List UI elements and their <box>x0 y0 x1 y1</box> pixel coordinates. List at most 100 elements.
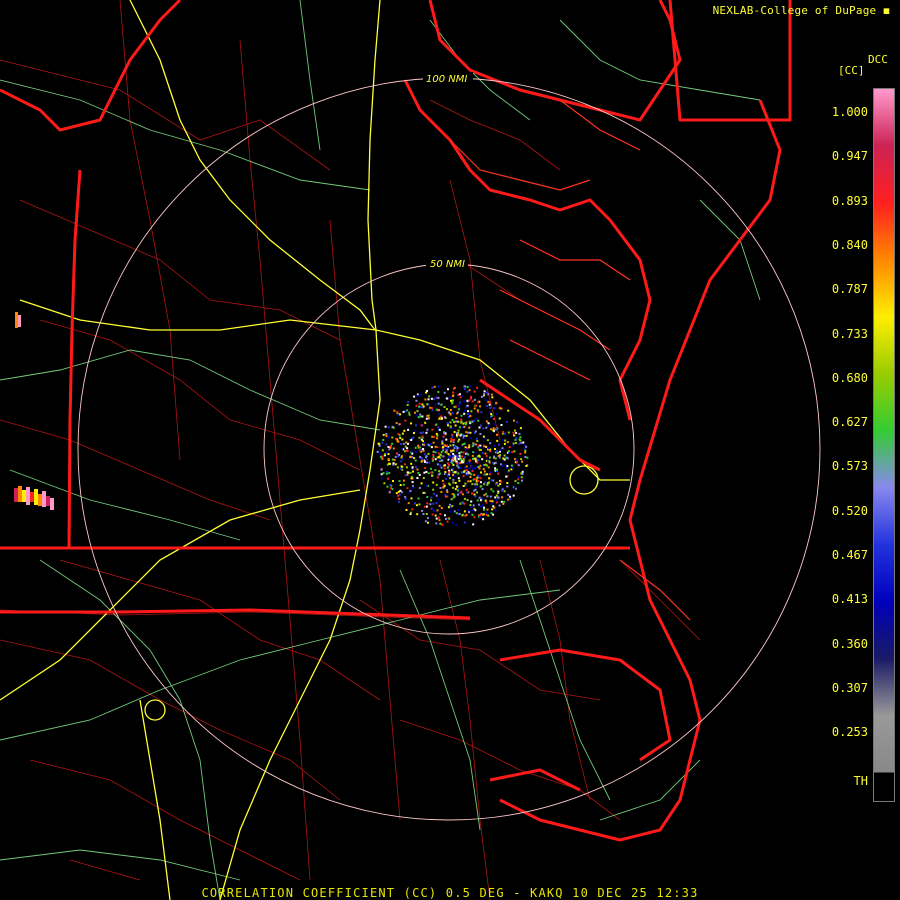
echo-pixel <box>517 478 520 481</box>
echo-pixel <box>430 397 433 400</box>
echo-pixel <box>400 455 403 458</box>
echo-pixel <box>425 461 428 464</box>
echo-pixel <box>454 424 457 427</box>
echo-pixel <box>449 459 451 462</box>
echo-pixel <box>437 452 440 455</box>
echo-pixel <box>441 523 444 526</box>
echo-pixel <box>479 464 482 467</box>
echo-pixel <box>507 469 510 472</box>
echo-pixel <box>451 412 454 415</box>
echo-pixel <box>479 485 482 488</box>
echo-pixel <box>475 485 478 488</box>
echo-pixel <box>386 485 389 488</box>
echo-pixel <box>479 405 482 408</box>
echo-pixel <box>489 495 492 498</box>
echo-pixel <box>388 448 391 451</box>
echo-pixel <box>515 437 518 440</box>
echo-pixel <box>475 437 478 440</box>
echo-pixel <box>481 513 484 516</box>
echo-pixel <box>477 401 480 404</box>
echo-pixel <box>497 472 500 475</box>
echo-pixel <box>455 417 458 419</box>
echo-pixel <box>478 446 481 449</box>
echo-pixel <box>397 440 400 443</box>
echo-pixel <box>453 431 456 433</box>
echo-pixel <box>446 444 448 447</box>
echo-pixel <box>449 483 451 486</box>
echo-pixel <box>493 407 496 410</box>
echo-pixel <box>510 464 513 467</box>
echo-pixel <box>406 471 409 474</box>
echo-pixel <box>464 385 467 388</box>
echo-pixel <box>468 420 471 423</box>
echo-pixel <box>480 424 482 427</box>
echo-pixel <box>464 409 466 412</box>
echo-pixel <box>422 440 424 443</box>
echo-pixel <box>416 468 419 471</box>
echo-pixel <box>479 499 482 502</box>
echo-pixel <box>452 481 455 484</box>
echo-pixel <box>441 446 444 449</box>
echo-pixel <box>515 459 518 462</box>
echo-pixel <box>481 458 484 461</box>
echo-pixel <box>448 517 451 520</box>
echo-pixel <box>450 449 452 452</box>
echo-pixel <box>484 452 487 455</box>
echo-pixel <box>460 490 463 493</box>
echo-pixel <box>421 435 424 438</box>
echo-pixel <box>421 509 424 512</box>
echo-pixel <box>459 466 462 469</box>
echo-pixel <box>477 458 480 461</box>
echo-pixel <box>473 473 476 476</box>
echo-pixel <box>410 462 413 465</box>
echo-pixel <box>485 391 488 394</box>
echo-pixel <box>437 396 440 399</box>
echo-pixel <box>468 399 471 402</box>
echo-pixel <box>497 496 500 499</box>
echo-pixel <box>517 464 520 467</box>
echo-pixel <box>437 391 440 393</box>
echo-pixel <box>400 465 403 468</box>
echo-pixel <box>418 503 421 506</box>
echo-pixel <box>503 454 506 457</box>
echo-pixel <box>489 406 491 409</box>
echo-pixel <box>436 437 439 440</box>
echo-pixel <box>450 399 452 402</box>
echo-pixel <box>437 426 440 429</box>
echo-pixel <box>438 458 441 461</box>
echo-pixel <box>478 496 481 499</box>
echo-pixel <box>451 467 454 470</box>
echo-pixel <box>391 458 394 461</box>
echo-pixel <box>446 491 449 493</box>
echo-pixel <box>461 455 464 458</box>
echo-pixel <box>478 454 481 457</box>
echo-pixel <box>496 439 499 442</box>
echo-pixel <box>458 438 461 441</box>
echo-pixel <box>410 497 413 500</box>
echo-pixel <box>491 500 494 503</box>
echo-pixel <box>424 520 427 523</box>
echo-pixel <box>473 477 476 480</box>
echo-pixel <box>451 399 454 402</box>
echo-pixel <box>466 491 469 494</box>
echo-pixel <box>503 500 506 503</box>
echo-pixel <box>431 508 434 511</box>
echo-pixel <box>463 426 466 428</box>
echo-pixel <box>448 503 451 506</box>
echo-pixel <box>417 416 420 419</box>
echo-pixel <box>479 513 482 516</box>
echo-pixel <box>499 448 502 451</box>
echo-pixel <box>478 467 481 470</box>
echo-pixel <box>434 469 437 472</box>
echo-pixel <box>457 472 460 475</box>
echo-pixel <box>483 392 486 395</box>
echo-pixel <box>418 405 421 408</box>
echo-pixel <box>504 439 507 442</box>
echo-pixel <box>465 434 468 437</box>
echo-pixel <box>431 435 434 438</box>
echo-pixel <box>509 495 512 498</box>
echo-pixel <box>488 447 490 450</box>
echo-pixel <box>524 456 527 458</box>
echo-pixel <box>456 485 459 488</box>
echo-pixel <box>463 502 466 505</box>
